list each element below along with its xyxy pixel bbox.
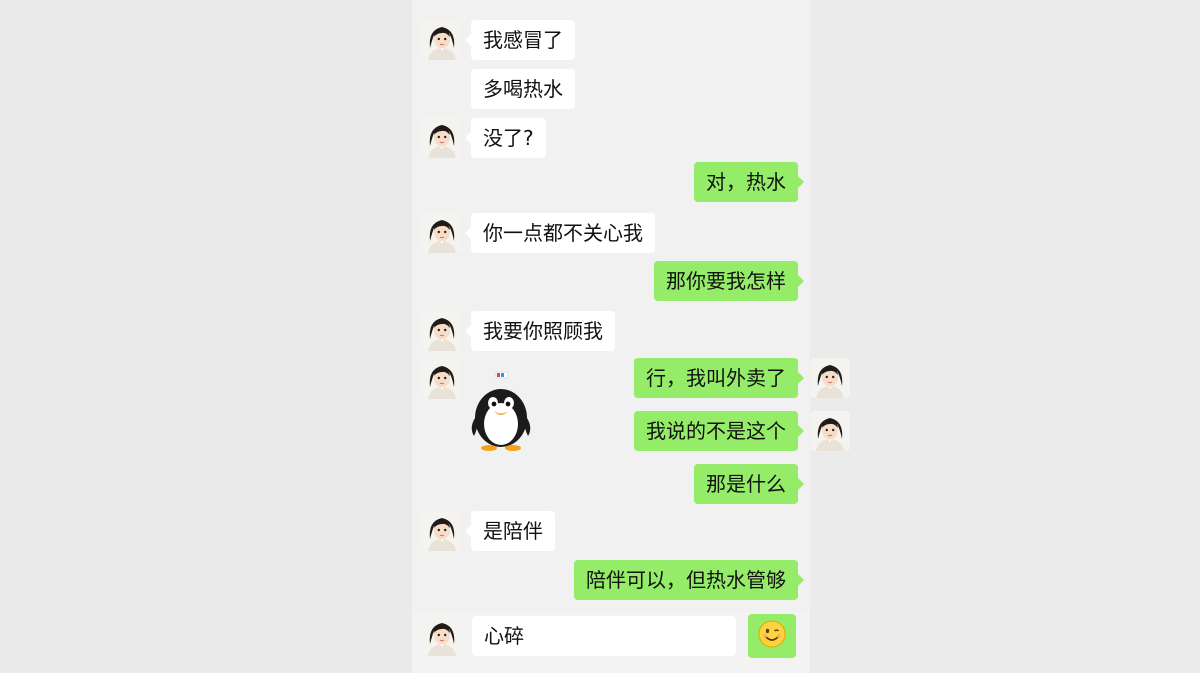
- message-bubble-outgoing[interactable]: 那你要我怎样: [654, 261, 804, 301]
- right-backdrop: [810, 0, 1200, 673]
- left-backdrop: [0, 0, 412, 673]
- message-bubble-outgoing[interactable]: 对，热水: [694, 162, 804, 202]
- message-bubble-incoming[interactable]: 没了?: [465, 118, 546, 158]
- emoji-button[interactable]: [748, 614, 796, 658]
- message-bubble-incoming[interactable]: 我感冒了: [465, 20, 575, 60]
- avatar-girl[interactable]: [422, 616, 462, 656]
- message-bubble-incoming[interactable]: 是陪伴: [465, 511, 555, 551]
- avatar-girl[interactable]: [422, 118, 462, 158]
- message-bubble-outgoing[interactable]: 行，我叫外卖了: [634, 358, 804, 398]
- avatar-girl[interactable]: [810, 358, 850, 398]
- composer-bar: 心碎: [412, 610, 810, 673]
- avatar-girl[interactable]: [422, 359, 462, 399]
- chat-window: 我感冒了 多喝热水 没了? 对，热水 你一点都不关心我 那你要我怎样 我要你照顾…: [412, 0, 810, 673]
- message-bubble-incoming[interactable]: 我要你照顾我: [465, 311, 615, 351]
- avatar-girl[interactable]: [422, 213, 462, 253]
- avatar-girl[interactable]: [422, 511, 462, 551]
- avatar-girl[interactable]: [810, 411, 850, 451]
- message-bubble-outgoing[interactable]: 那是什么: [694, 464, 804, 504]
- smiley-emoji-icon: [757, 619, 787, 653]
- message-bubble-incoming[interactable]: 你一点都不关心我: [465, 213, 655, 253]
- avatar-girl[interactable]: [422, 311, 462, 351]
- message-bubble-incoming[interactable]: 多喝热水: [471, 69, 575, 109]
- message-input[interactable]: 心碎: [472, 616, 736, 656]
- avatar-girl[interactable]: [422, 20, 462, 60]
- message-bubble-outgoing[interactable]: 我说的不是这个: [634, 411, 804, 451]
- penguin-sticker-icon[interactable]: [468, 370, 534, 452]
- message-bubble-outgoing[interactable]: 陪伴可以，但热水管够: [574, 560, 804, 600]
